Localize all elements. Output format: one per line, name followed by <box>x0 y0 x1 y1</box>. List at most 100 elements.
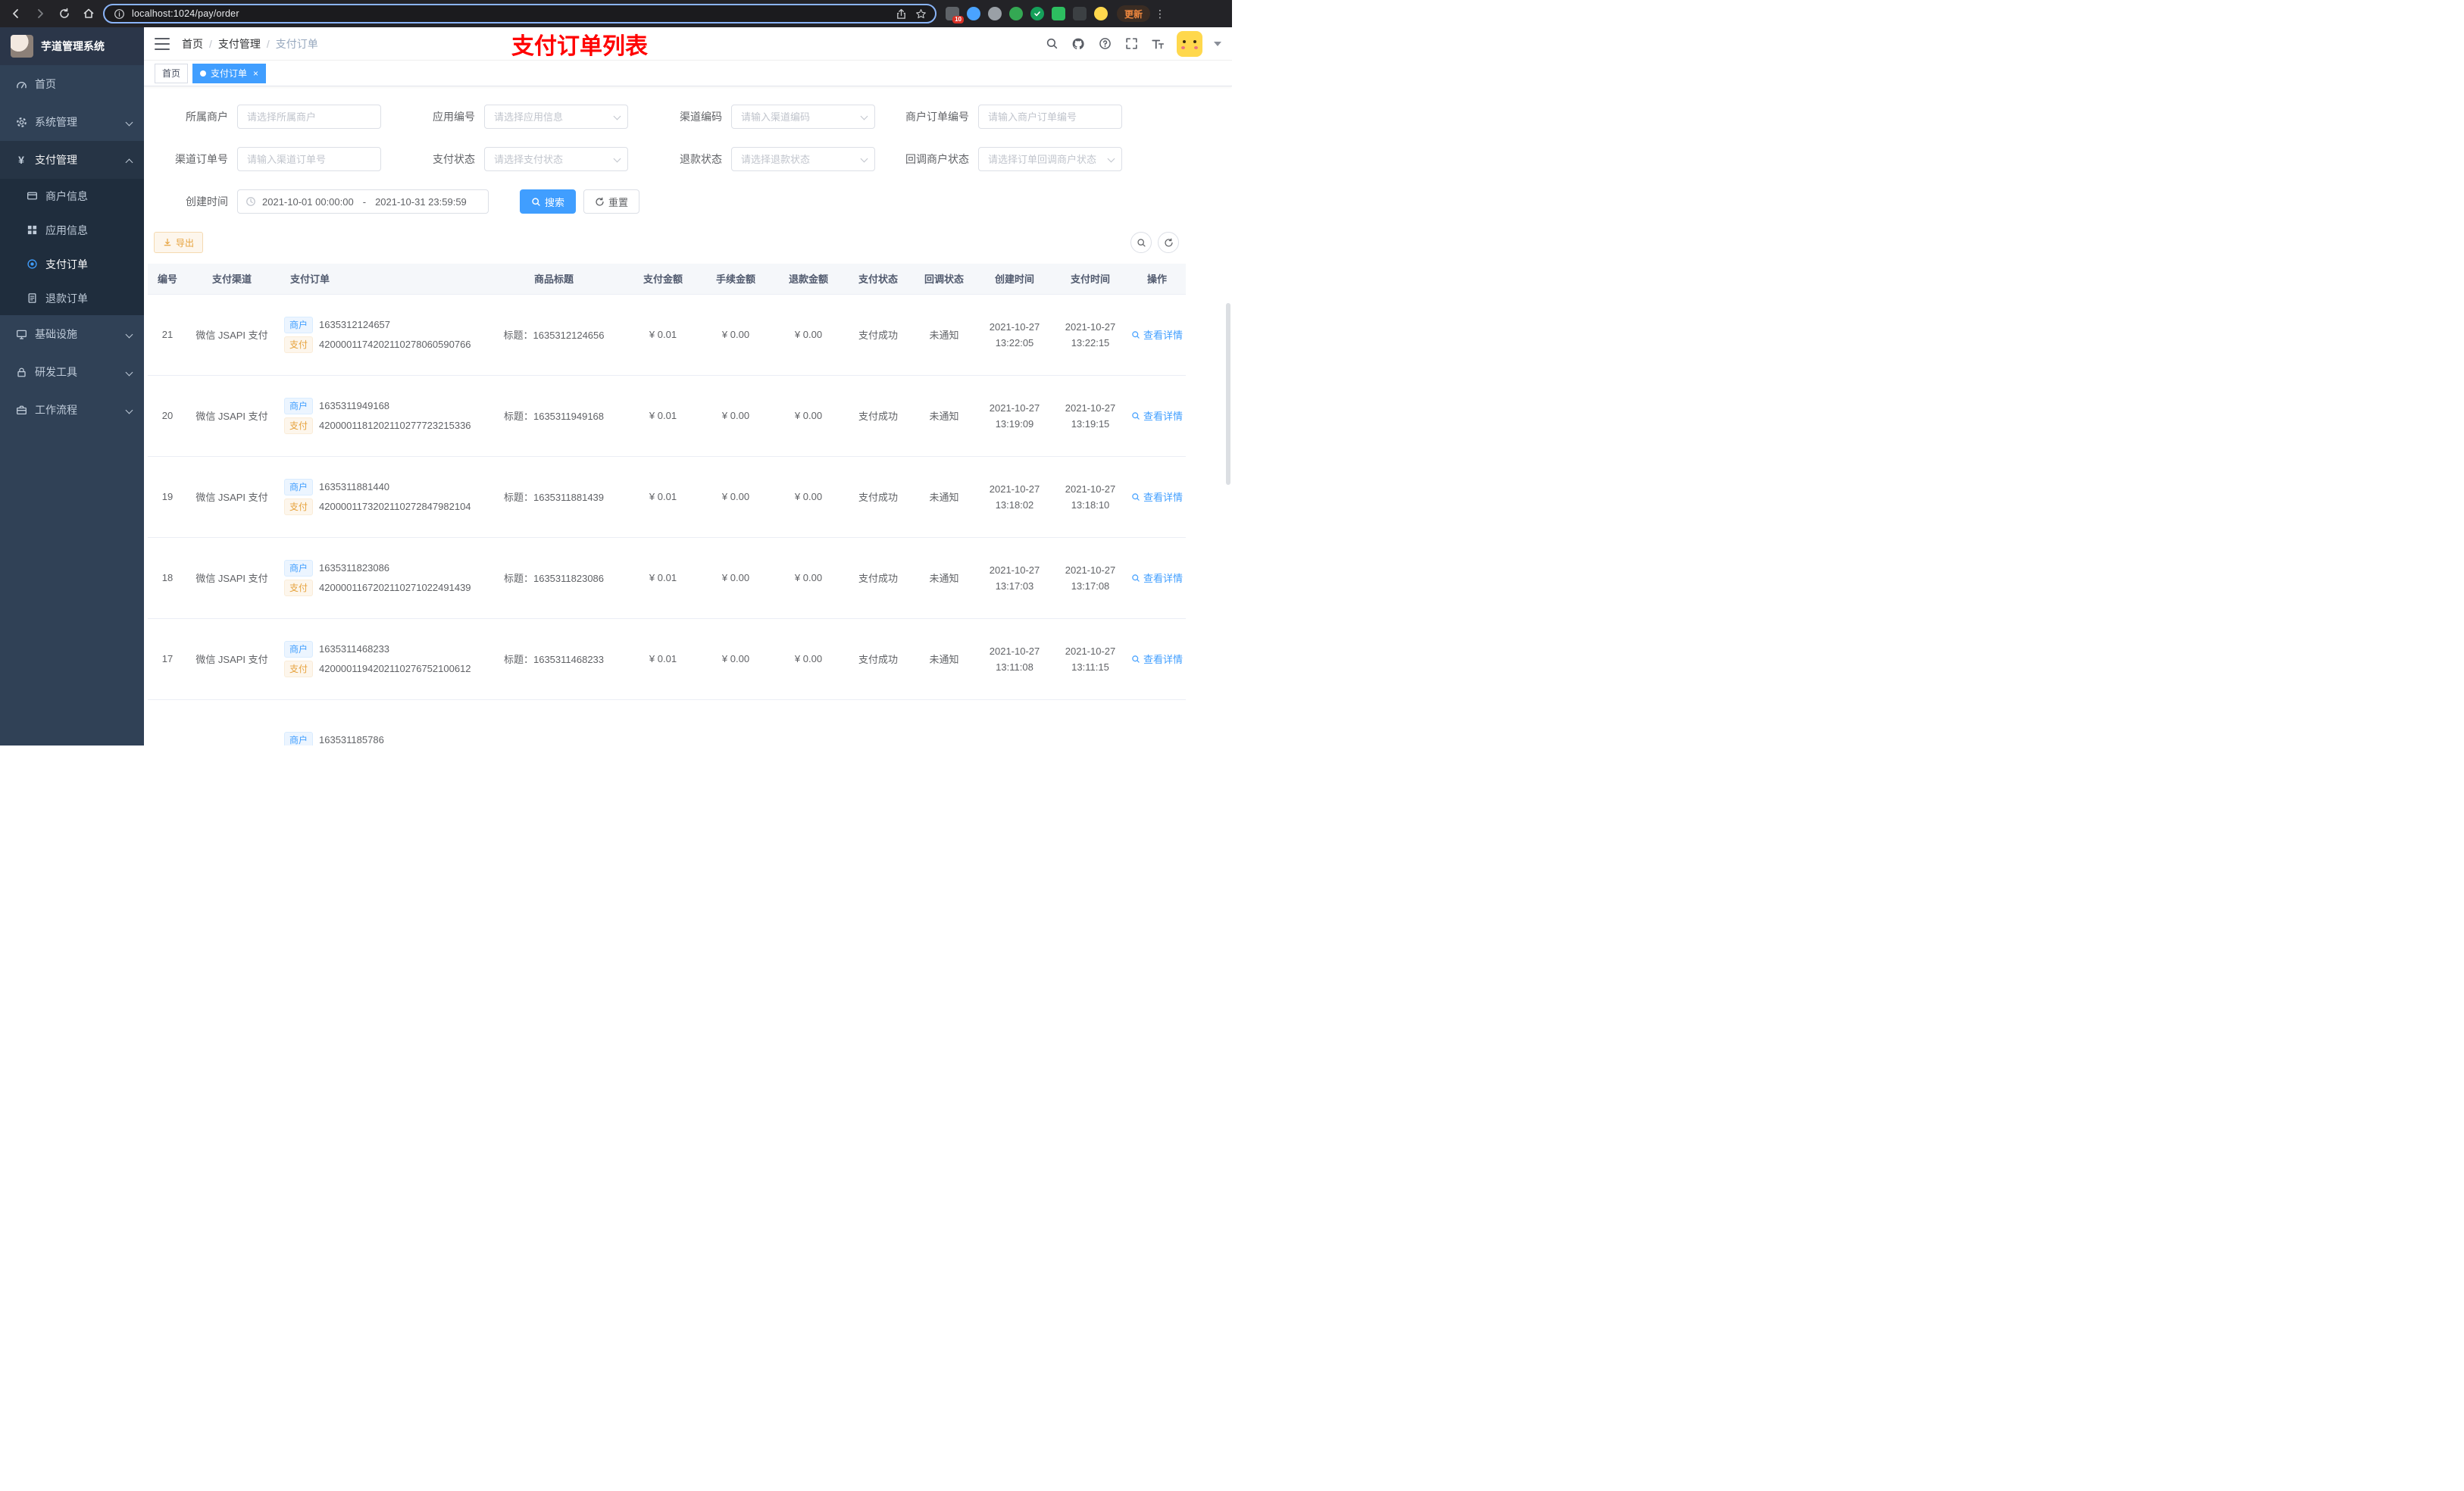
sidebar-item-app-info[interactable]: 应用信息 <box>0 213 144 247</box>
extension-icon[interactable] <box>988 7 1002 20</box>
date-separator: - <box>362 195 367 208</box>
sidebar-item-refund-order[interactable]: 退款订单 <box>0 281 144 315</box>
show-search-toggle-icon[interactable] <box>1130 232 1152 253</box>
table-row: 21 微信 JSAPI 支付 商户 1635312124657 支付 42000… <box>148 294 1186 375</box>
extension-icon[interactable] <box>1052 7 1065 20</box>
extension-icon[interactable]: 10 <box>946 7 964 23</box>
breadcrumb-payment[interactable]: 支付管理 <box>218 36 261 52</box>
sidebar-item-infra[interactable]: 基础设施 <box>0 315 144 353</box>
channel-order-no-input[interactable] <box>237 147 381 171</box>
cell-fee: ¥ 0.00 <box>721 491 750 502</box>
bookmark-star-icon[interactable] <box>914 7 927 20</box>
view-detail-link[interactable]: 查看详情 <box>1131 489 1183 504</box>
cell-actions: 查看详情 <box>1128 456 1186 537</box>
merchant-order-no-input[interactable] <box>978 105 1122 129</box>
cell-id: 19 <box>161 491 174 502</box>
page-info-icon[interactable] <box>112 7 126 20</box>
extension-icon[interactable] <box>1030 7 1044 20</box>
forward-icon[interactable] <box>30 4 50 23</box>
cell-refund: ¥ 0.00 <box>794 572 823 583</box>
github-icon[interactable] <box>1071 36 1086 52</box>
cell-amount: ¥ 0.01 <box>649 653 677 664</box>
extension-icon[interactable] <box>1009 7 1023 20</box>
date-range-input[interactable]: 2021-10-01 00:00:00 - 2021-10-31 23:59:5… <box>237 189 489 214</box>
address-bar[interactable]: localhost:1024/pay/order <box>103 4 937 23</box>
extension-icon[interactable] <box>1073 7 1087 20</box>
merchant-tag: 商户 <box>284 478 314 495</box>
sidebar-item-merchant-info[interactable]: 商户信息 <box>0 179 144 213</box>
cell-fee <box>699 699 772 746</box>
navbar-actions <box>1044 30 1221 57</box>
cell-status: 支付成功 <box>858 492 898 503</box>
refund-status-select[interactable] <box>731 147 875 171</box>
merchant-order-no: 1635311949168 <box>319 400 390 411</box>
search-button[interactable]: 搜索 <box>520 189 577 214</box>
breadcrumb-home[interactable]: 首页 <box>182 36 203 52</box>
merchant-order-no: 1635311823086 <box>319 562 390 574</box>
cell-actions <box>1128 699 1186 746</box>
reload-icon[interactable] <box>55 4 74 23</box>
col-status: 支付状态 <box>845 264 911 295</box>
col-amount: 支付金额 <box>627 264 699 295</box>
tab-home[interactable]: 首页 <box>155 63 189 83</box>
cell-title: 标题：1635311949168 <box>503 411 605 422</box>
home-icon[interactable] <box>79 4 98 23</box>
sidebar-item-system[interactable]: 系统管理 <box>0 103 144 141</box>
filter-pay-status: 支付状态 <box>401 147 628 171</box>
cell-refund: ¥ 0.00 <box>794 491 823 502</box>
help-icon[interactable] <box>1097 36 1112 52</box>
cell-channel: 微信 JSAPI 支付 <box>195 654 268 665</box>
view-detail-link[interactable]: 查看详情 <box>1131 327 1183 342</box>
extension-icon[interactable] <box>967 7 980 20</box>
cell-amount: ¥ 0.01 <box>649 410 677 421</box>
reset-button[interactable]: 重置 <box>583 189 640 214</box>
hamburger-icon[interactable] <box>155 37 170 50</box>
vertical-scrollbar[interactable] <box>1226 303 1230 485</box>
close-icon[interactable]: × <box>253 69 258 78</box>
user-menu-caret-icon[interactable] <box>1214 41 1221 46</box>
notify-status-select[interactable] <box>978 147 1122 171</box>
pay-status-select[interactable] <box>484 147 628 171</box>
page-annotation: 支付订单列表 <box>511 33 648 59</box>
merchant-input[interactable] <box>237 105 381 129</box>
extension-icon[interactable] <box>1094 7 1108 20</box>
browser-update-button[interactable]: 更新 <box>1117 5 1151 22</box>
user-avatar[interactable] <box>1177 30 1202 57</box>
cell-status: 支付成功 <box>858 330 898 341</box>
browser-menu-icon[interactable]: ⋮ <box>1155 8 1165 20</box>
back-icon[interactable] <box>6 4 26 23</box>
cell-notify: 未通知 <box>929 654 959 665</box>
app-id-select[interactable] <box>484 105 628 129</box>
sidebar-item-payment[interactable]: ¥ 支付管理 <box>0 141 144 179</box>
cell-notify: 未通知 <box>929 492 959 503</box>
table-row: 18 微信 JSAPI 支付 商户 1635311823086 支付 42000… <box>148 537 1186 618</box>
sidebar-item-devtools[interactable]: 研发工具 <box>0 353 144 391</box>
app-logo[interactable]: 芋道管理系统 <box>0 27 144 65</box>
date-end[interactable]: 2021-10-31 23:59:59 <box>375 196 467 208</box>
filter-app-id: 应用编号 <box>401 105 628 129</box>
search-icon[interactable] <box>1044 36 1059 52</box>
channel-code-select[interactable] <box>731 105 875 129</box>
sidebar-item-home[interactable]: 首页 <box>0 65 144 103</box>
tab-pay-order[interactable]: 支付订单 × <box>192 63 267 83</box>
view-detail-link[interactable]: 查看详情 <box>1131 570 1183 585</box>
filter-channel-order-no: 渠道订单号 <box>154 147 381 171</box>
dashboard-icon <box>15 78 27 90</box>
font-size-icon[interactable] <box>1150 36 1165 52</box>
export-button[interactable]: 导出 <box>154 232 204 253</box>
col-pay-time: 支付时间 <box>1052 264 1128 295</box>
filter-notify-status: 回调商户状态 <box>895 147 1122 171</box>
view-detail-link[interactable]: 查看详情 <box>1131 652 1183 666</box>
refresh-table-icon[interactable] <box>1158 232 1179 253</box>
cell-pay-order: 商户 1635312124657 支付 42000011742021102780… <box>277 294 481 375</box>
sidebar-item-pay-order[interactable]: 支付订单 <box>0 247 144 281</box>
cell-refund: ¥ 0.00 <box>794 329 823 340</box>
share-icon[interactable] <box>894 7 908 20</box>
url-text[interactable]: localhost:1024/pay/order <box>132 8 888 19</box>
fullscreen-icon[interactable] <box>1124 36 1139 52</box>
orders-table: 编号 支付渠道 支付订单 商品标题 支付金额 手续金额 退款金额 支付状态 回调… <box>148 264 1186 746</box>
view-detail-link[interactable]: 查看详情 <box>1131 408 1183 423</box>
sidebar-item-workflow[interactable]: 工作流程 <box>0 391 144 429</box>
col-refund: 退款金额 <box>772 264 845 295</box>
date-start[interactable]: 2021-10-01 00:00:00 <box>262 196 354 208</box>
